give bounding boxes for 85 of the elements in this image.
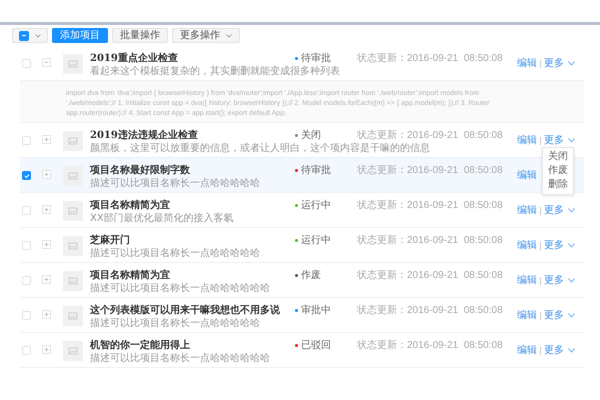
more-link[interactable]: 更多 [544,274,564,287]
collapse-icon[interactable] [42,58,51,67]
image-placeholder-icon [63,166,83,186]
edit-link[interactable]: 编辑 [517,134,537,147]
expand-icon[interactable] [42,275,51,284]
status-text: 运行中 [301,234,331,247]
more-link[interactable]: 更多 [544,309,564,322]
list-row[interactable]: 芝麻开门 运行中 状态更新：2016-09-21 08:50:08 编辑 更多 描述可以比项目名称长一点哈哈哈哈哈 [20,228,584,263]
batch-button[interactable]: 批量操作 [112,28,168,43]
chevron-down-icon [568,313,575,318]
more-link[interactable]: 更多 [544,134,564,147]
item-description: XX部门最优化最简化的接入客氡 [90,213,234,224]
select-all-checkbox[interactable] [19,30,29,40]
menu-item[interactable]: 作废 [543,164,573,178]
edit-link[interactable]: 编辑 [517,309,537,322]
more-link[interactable]: 更多 [544,239,564,252]
chevron-down-icon [568,208,575,213]
item-description: 描述可以比项目名称长一点哈哈哈哈哈哈 [90,353,270,364]
status-text: 作废 [301,269,321,282]
image-placeholder-icon [63,131,83,151]
status-text: 关闭 [301,129,321,142]
item-title: 这个列表模版可以用来干嘛我想也不用多说 [90,304,281,317]
status-update-time: 状态更新：2016-09-21 08:50:08 [357,52,504,65]
image-placeholder-icon [63,201,83,221]
item-description: 看起来这个模板挺复杂的，其实删删就能变成很多种列表 [90,66,340,77]
status-update-time: 状态更新：2016-09-21 08:50:08 [357,304,504,317]
more-link[interactable]: 更多 [544,57,564,70]
chevron-down-icon [568,243,575,248]
select-all-dropdown[interactable] [12,28,48,43]
status-update-time: 状态更新：2016-09-21 08:50:08 [357,164,504,177]
list-row[interactable]: 项目名称精简为宜 运行中 状态更新：2016-09-21 08:50:08 编辑 更多 XX部门最优化最简化的接入客氡 [20,193,584,228]
list-row[interactable]: 机智的你一定能用得上 已驳回 状态更新：2016-09-21 08:50:08 编辑 更多 描述可以比项目名称长一点哈哈哈哈哈哈 [20,333,584,368]
status-update-time: 状态更新：2016-09-21 08:50:08 [357,129,504,142]
row-checkbox[interactable] [22,171,31,180]
item-description: 描述可以比项目名称长一点哈哈哈哈哈 [90,248,260,259]
item-title: 2019违法违规企业检查 [90,129,199,142]
status-text: 待审批 [301,164,331,177]
edit-link[interactable]: 编辑 [517,57,537,70]
chevron-down-icon [568,138,575,143]
caret-icon [35,34,41,38]
chevron-down-icon [568,348,575,353]
image-placeholder-icon [63,271,83,291]
item-title: 2019重点企业检查 [90,52,179,65]
status-update-time: 状态更新：2016-09-21 08:50:08 [357,199,504,212]
item-title: 芝麻开门 [90,234,131,247]
image-placeholder-icon [63,341,83,361]
item-title: 项目名称最好限制字数 [90,164,191,177]
more-link[interactable]: 更多 [544,204,564,217]
item-title: 项目名称精简为宜 [90,269,171,282]
image-placeholder-icon [63,236,83,256]
expand-icon[interactable] [42,135,51,144]
edit-link[interactable]: 编辑 [517,169,537,182]
expand-icon[interactable] [42,240,51,249]
status-text: 已驳回 [301,339,331,352]
caret-icon [226,34,232,38]
image-placeholder-icon [63,306,83,326]
edit-link[interactable]: 编辑 [517,204,537,217]
expand-icon[interactable] [42,170,51,179]
item-title: 机智的你一定能用得上 [90,339,191,352]
chevron-down-icon [568,278,575,283]
item-title: 项目名称精简为宜 [90,199,171,212]
chevron-down-icon [568,61,575,66]
status-text: 待审批 [301,52,331,65]
item-description: 颜黑板，这里可以放重要的信息，或者让人明白，这个项内容是干嘛的的信息 [90,143,430,154]
expand-icon[interactable] [42,205,51,214]
menu-item[interactable]: 删除 [543,178,573,192]
status-update-time: 状态更新：2016-09-21 08:50:08 [357,339,504,352]
status-text: 运行中 [301,199,331,212]
status-update-time: 状态更新：2016-09-21 08:50:08 [357,234,504,247]
expand-icon[interactable] [42,310,51,319]
edit-link[interactable]: 编辑 [517,274,537,287]
status-update-time: 状态更新：2016-09-21 08:50:08 [357,269,504,282]
list-row[interactable]: 项目名称精简为宜 作废 状态更新：2016-09-21 08:50:08 编辑 更多 描述可以比项目名称长一点哈哈哈哈哈哈 [20,263,584,298]
expand-icon[interactable] [42,345,51,354]
item-description: 描述可以比项目名称长一点哈哈哈哈哈 [90,178,260,189]
add-button[interactable]: 添加项目 [52,28,108,43]
item-description: 描述可以比项目名称长一点哈哈哈哈哈 [90,318,260,329]
edit-link[interactable]: 编辑 [517,239,537,252]
more-link[interactable]: 更多 [544,344,564,357]
more-actions-dropdown[interactable]: 更多操作 [172,28,240,43]
list-row[interactable]: 这个列表模版可以用来干嘛我想也不用多说 审批中 状态更新：2016-09-21 08:50:08 编辑 更多 描述可以比项目名称长一点哈哈哈哈哈 [20,298,584,333]
image-placeholder-icon [63,54,83,74]
item-description: 描述可以比项目名称长一点哈哈哈哈哈哈 [90,283,270,294]
status-text: 审批中 [301,304,331,317]
edit-link[interactable]: 编辑 [517,344,537,357]
